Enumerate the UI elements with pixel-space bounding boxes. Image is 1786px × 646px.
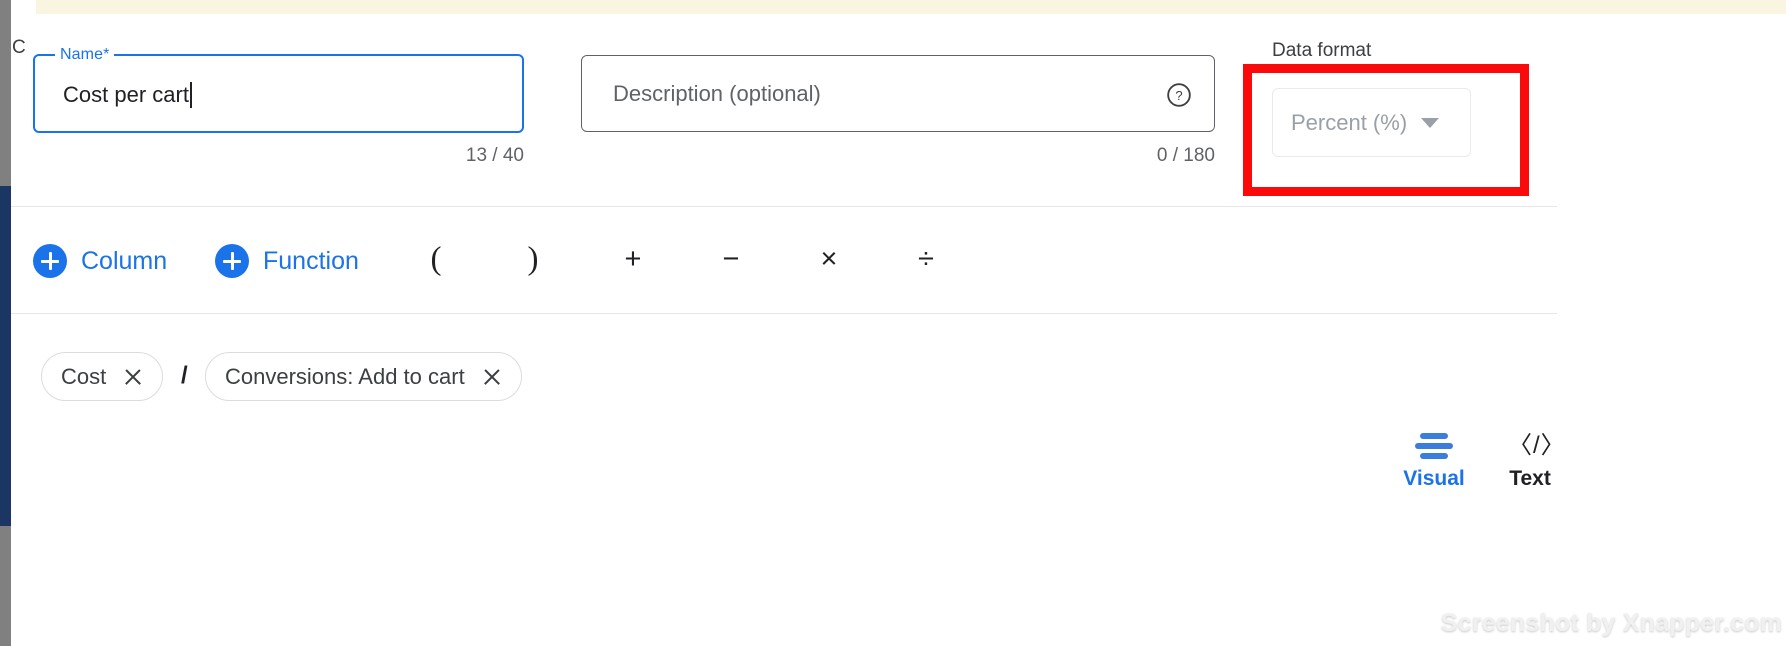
operator-plus-button[interactable]: +: [610, 237, 656, 281]
chevron-down-icon: [1421, 117, 1440, 128]
data-format-label: Data format: [1272, 40, 1372, 61]
data-format-selected-value: Percent (%): [1291, 109, 1408, 135]
operator-close-paren-button[interactable]: ): [510, 237, 556, 281]
formula-builder-area: Cost / Conversions: Add to cart: [0, 314, 1786, 534]
screenshot-root: C Name* Cost per cart 13 / 40 Descriptio…: [0, 0, 1786, 646]
description-input[interactable]: Description (optional): [613, 81, 821, 107]
metric-form-row: Name* Cost per cart 13 / 40 Description …: [0, 28, 1786, 196]
formula-chip[interactable]: Conversions: Add to cart: [205, 352, 522, 401]
name-input-text: Cost per cart: [63, 82, 189, 107]
name-input[interactable]: Cost per cart: [63, 82, 192, 108]
top-notification-banner: [36, 0, 1786, 14]
operator-divide-button[interactable]: ÷: [903, 237, 949, 281]
add-column-label: Column: [81, 246, 168, 275]
add-function-label: Function: [263, 246, 359, 275]
description-character-counter: 0 / 180: [1156, 145, 1215, 166]
svg-text:?: ?: [1175, 88, 1182, 103]
plus-circle-icon: [33, 244, 67, 278]
plus-circle-icon: [215, 244, 249, 278]
name-field-legend: Name*: [55, 45, 115, 65]
name-field[interactable]: Name* Cost per cart: [33, 45, 524, 133]
formula-operator-divide: /: [181, 362, 188, 389]
add-function-button[interactable]: Function: [215, 239, 359, 283]
formula-toolbar: Column Function ( ) + − × ÷ Visual 〈/〉 T…: [0, 207, 1786, 490]
operator-minus-button[interactable]: −: [708, 237, 754, 281]
formula-chip-label: Conversions: Add to cart: [225, 363, 465, 389]
watermark: Screenshot by Xnapper.com: [1440, 609, 1782, 637]
formula-chip[interactable]: Cost: [41, 352, 164, 401]
help-circle-icon[interactable]: ?: [1166, 82, 1192, 108]
operator-open-paren-button[interactable]: (: [413, 237, 459, 281]
operator-multiply-button[interactable]: ×: [806, 237, 852, 281]
data-format-select[interactable]: Percent (%): [1272, 88, 1471, 157]
text-caret: [189, 82, 192, 108]
add-column-button[interactable]: Column: [33, 239, 167, 283]
formula-chip-label: Cost: [61, 363, 107, 389]
name-character-counter: 13 / 40: [465, 145, 524, 166]
close-icon[interactable]: [123, 367, 143, 387]
description-field[interactable]: Description (optional) ?: [581, 55, 1215, 132]
close-icon[interactable]: [482, 367, 502, 387]
